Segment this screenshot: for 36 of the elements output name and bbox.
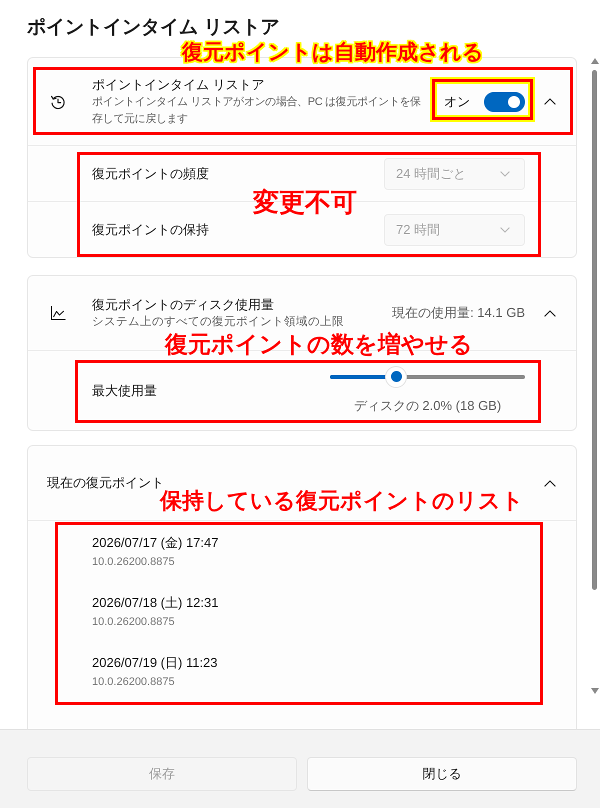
restore-point-date: 2026/07/17 (金) 17:47 (92, 534, 218, 552)
chevron-up-icon (544, 310, 556, 316)
dialog-title: ポイントインタイム リストア (27, 16, 280, 40)
setting-label: 復元ポイントの頻度 (92, 164, 209, 182)
setting-label: 最大使用量 (92, 382, 157, 400)
annotation-label: 保持している復元ポイントのリスト (160, 488, 524, 514)
history-icon (50, 94, 66, 110)
restore-point-version: 10.0.26200.8875 (92, 555, 175, 570)
restore-point-version: 10.0.26200.8875 (92, 675, 175, 690)
scroll-up-icon[interactable] (591, 58, 599, 64)
restore-point-version: 10.0.26200.8875 (92, 615, 175, 630)
restore-point-date: 2026/07/18 (土) 12:31 (92, 594, 218, 612)
chevron-up-icon (544, 480, 556, 486)
chevron-down-icon (500, 170, 510, 176)
setting-description: システム上のすべての復元ポイント領域の上限 (92, 314, 345, 330)
scrollbar-thumb[interactable] (592, 70, 597, 590)
restore-point-date: 2026/07/19 (日) 11:23 (92, 654, 218, 672)
toggle-switch[interactable] (484, 92, 525, 112)
annotation-label: 復元ポイントは自動作成される (182, 41, 484, 65)
line-chart-icon (50, 305, 66, 321)
section-title: 現在の復元ポイント (47, 474, 165, 490)
annotation-label: 変更不可 (253, 187, 357, 217)
slider-track[interactable] (330, 366, 525, 386)
slider-thumb[interactable] (386, 366, 406, 386)
usage-text: 現在の使用量: 14.1 GB (392, 304, 525, 322)
close-button[interactable]: 閉じる (307, 757, 577, 791)
scroll-down-icon[interactable] (591, 688, 599, 694)
slider-reading: ディスクの 2.0% (18 GB) (354, 396, 502, 414)
setting-title: 復元ポイントのディスク使用量 (92, 296, 275, 314)
toggle-label: オン (444, 92, 470, 110)
setting-title: ポイントインタイム リストア (92, 76, 266, 94)
setting-description: ポイントインタイム リストアがオンの場合、PC は復元ポイントを保存して元に戻します (92, 94, 422, 126)
annotation-label: 復元ポイントの数を増やせる (165, 331, 473, 357)
chevron-down-icon (500, 226, 510, 232)
chevron-up-icon (544, 98, 556, 105)
setting-label: 復元ポイントの保持 (92, 220, 209, 238)
